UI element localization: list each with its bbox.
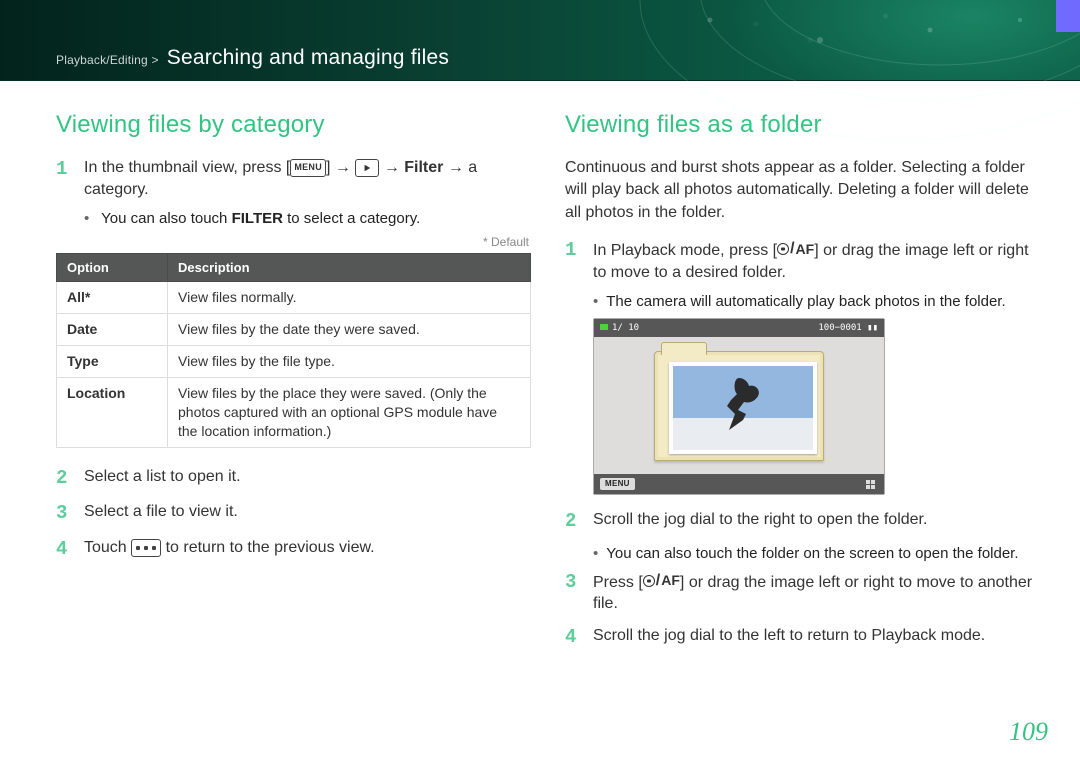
breadcrumb-title: Searching and managing files xyxy=(167,46,449,69)
right-sub-1: The camera will automatically play back … xyxy=(593,293,1040,310)
breadcrumb-path: Playback/Editing > xyxy=(56,53,159,67)
step-number: 3 xyxy=(565,570,583,615)
right-sub-2: You can also touch the folder on the scr… xyxy=(593,545,1040,562)
right-step-4: 4 Scroll the jog dial to the left to ret… xyxy=(565,625,1040,651)
right-step-3: 3 Press [/AF] or drag the image left or … xyxy=(565,570,1040,615)
left-step-1: 1 In the thumbnail view, press [MENU] → … xyxy=(56,157,531,200)
screen-count: 1/ 10 xyxy=(600,323,639,333)
playback-icon xyxy=(355,159,379,177)
screen-code: 100−0001 ▮▮ xyxy=(818,323,878,333)
folder-photo xyxy=(669,362,817,454)
left-step-4: 4 Touch to return to the previous view. xyxy=(56,537,531,563)
step-number: 1 xyxy=(565,238,583,283)
right-step-1: 1 In Playback mode, press [/AF] or drag … xyxy=(565,238,1040,283)
table-row: All*View files normally. xyxy=(57,282,531,314)
options-table: OptionDescription All*View files normall… xyxy=(56,253,531,447)
table-row: TypeView files by the file type. xyxy=(57,345,531,377)
screen-thumbs-icon xyxy=(866,480,878,489)
step-number: 3 xyxy=(56,501,74,527)
step-number: 4 xyxy=(56,537,74,563)
left-heading: Viewing files by category xyxy=(56,111,531,139)
record-indicator-icon xyxy=(600,324,608,330)
focus-af-icon: /AF xyxy=(777,238,814,260)
left-column: Viewing files by category 1 In the thumb… xyxy=(56,111,531,660)
right-column: Viewing files as a folder Continuous and… xyxy=(565,111,1040,660)
table-row: DateView files by the date they were sav… xyxy=(57,314,531,346)
screen-menu-button: MENU xyxy=(600,478,635,490)
step-number: 1 xyxy=(56,157,74,200)
left-step-2: 2 Select a list to open it. xyxy=(56,466,531,492)
camera-screen-mock: 1/ 10 100−0001 ▮▮ MENU xyxy=(593,318,885,495)
table-row: LocationView files by the place they wer… xyxy=(57,377,531,447)
step-number: 2 xyxy=(565,509,583,535)
grid-icon xyxy=(131,539,161,557)
folder-icon xyxy=(654,351,824,461)
step-number: 2 xyxy=(56,466,74,492)
th-option: Option xyxy=(57,254,168,282)
right-intro: Continuous and burst shots appear as a f… xyxy=(565,157,1040,224)
th-desc: Description xyxy=(168,254,531,282)
right-step-2: 2 Scroll the jog dial to the right to op… xyxy=(565,509,1040,535)
focus-af-icon: /AF xyxy=(643,570,680,592)
page-number: 109 xyxy=(1009,717,1048,747)
page-header: Playback/Editing > Searching and managin… xyxy=(0,0,1080,81)
menu-icon: MENU xyxy=(290,159,326,177)
default-note: * Default xyxy=(56,235,529,249)
tab-marker xyxy=(1056,0,1080,32)
left-sub-1: You can also touch FILTER to select a ca… xyxy=(84,210,531,227)
breadcrumb: Playback/Editing > Searching and managin… xyxy=(56,46,449,70)
left-step-3: 3 Select a file to view it. xyxy=(56,501,531,527)
right-heading: Viewing files as a folder xyxy=(565,111,1040,139)
step-number: 4 xyxy=(565,625,583,651)
